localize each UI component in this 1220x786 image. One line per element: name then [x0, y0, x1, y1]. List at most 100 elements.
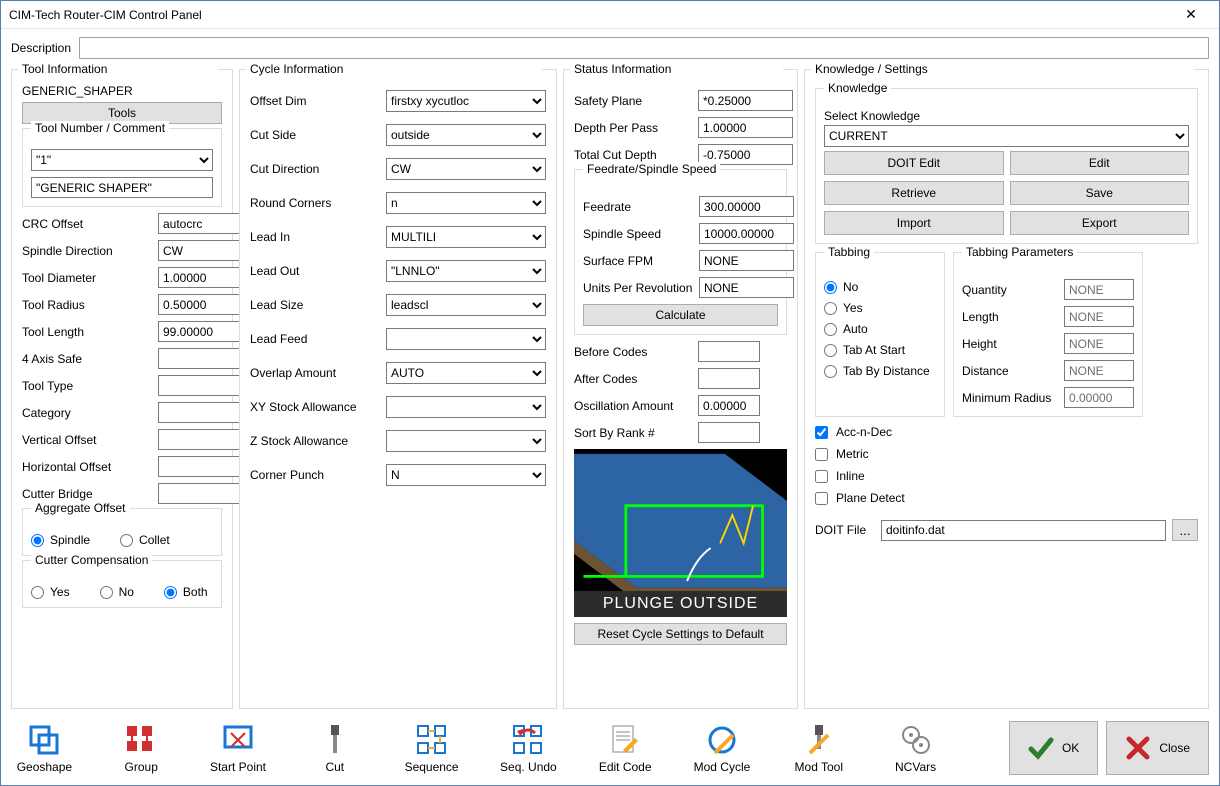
- upr-input[interactable]: [699, 277, 794, 298]
- tool-type-input[interactable]: [158, 375, 246, 396]
- browse-button[interactable]: ...: [1172, 519, 1198, 541]
- lead-feed-select[interactable]: [386, 328, 546, 350]
- save-button[interactable]: Save: [1010, 181, 1190, 205]
- tab-start-radio[interactable]: Tab At Start: [824, 343, 936, 357]
- spindle-input[interactable]: [699, 223, 794, 244]
- tab-dist-radio[interactable]: Tab By Distance: [824, 364, 936, 378]
- voff-input[interactable]: [158, 429, 246, 450]
- close-button[interactable]: Close: [1106, 721, 1209, 775]
- axis-safe-input[interactable]: [158, 348, 246, 369]
- start-point-tile[interactable]: Start Point: [205, 722, 272, 774]
- tool-info-panel: Tool Information GENERIC_SHAPER Tools To…: [11, 69, 233, 709]
- group-tile[interactable]: Group: [108, 722, 175, 774]
- lead-in-select[interactable]: MULTILI: [386, 226, 546, 248]
- tab-auto-radio[interactable]: Auto: [824, 322, 936, 336]
- tool-rad-label: Tool Radius: [22, 298, 152, 312]
- corner-punch-select[interactable]: N: [386, 464, 546, 486]
- agg-spindle-radio[interactable]: Spindle: [31, 533, 90, 547]
- crc-offset-input[interactable]: [158, 213, 246, 234]
- xy-stock-select[interactable]: [386, 396, 546, 418]
- inline-label: Inline: [836, 469, 865, 483]
- knowledge-sub-legend: Knowledge: [824, 81, 891, 95]
- description-input[interactable]: [79, 37, 1209, 59]
- select-knowledge[interactable]: CURRENT: [824, 125, 1189, 147]
- mod-tool-label: Mod Tool: [795, 760, 843, 774]
- offset-dim-select[interactable]: firstxy xycutloc: [386, 90, 546, 112]
- cut-side-label: Cut Side: [250, 128, 380, 142]
- reset-cycle-button[interactable]: Reset Cycle Settings to Default: [574, 623, 787, 645]
- mod-tool-tile[interactable]: Mod Tool: [785, 722, 852, 774]
- tool-len-input[interactable]: [158, 321, 246, 342]
- cutter-comp-group: Cutter Compensation Yes No Both: [22, 560, 222, 608]
- overlap-select[interactable]: AUTO: [386, 362, 546, 384]
- calculate-button[interactable]: Calculate: [583, 304, 778, 326]
- feedrate-group: Feedrate/Spindle Speed Feedrate Spindle …: [574, 169, 787, 335]
- category-input[interactable]: [158, 402, 246, 423]
- sort-input[interactable]: [698, 422, 760, 443]
- after-input[interactable]: [698, 368, 760, 389]
- depth-input[interactable]: [698, 117, 793, 138]
- mod-cycle-tile[interactable]: Mod Cycle: [689, 722, 756, 774]
- export-button[interactable]: Export: [1010, 211, 1190, 235]
- cut-dir-select[interactable]: CW: [386, 158, 546, 180]
- round-label: Round Corners: [250, 196, 380, 210]
- cut-side-select[interactable]: outside: [386, 124, 546, 146]
- tool-rad-input[interactable]: [158, 294, 246, 315]
- qty-label: Quantity: [962, 283, 1058, 297]
- import-button[interactable]: Import: [824, 211, 1004, 235]
- height-input: [1064, 333, 1134, 354]
- tool-dia-input[interactable]: [158, 267, 246, 288]
- hoff-input[interactable]: [158, 456, 246, 477]
- geoshape-tile[interactable]: Geoshape: [11, 722, 78, 774]
- tool-len-label: Tool Length: [22, 325, 152, 339]
- agg-collet-radio[interactable]: Collet: [120, 533, 170, 547]
- edit-button[interactable]: Edit: [1010, 151, 1190, 175]
- tool-number-select[interactable]: "1": [31, 149, 213, 171]
- z-stock-select[interactable]: [386, 430, 546, 452]
- tab-no-radio[interactable]: No: [824, 280, 936, 294]
- ncvars-label: NCVars: [895, 760, 936, 774]
- seq-undo-label: Seq. Undo: [500, 760, 557, 774]
- main-area: Tool Information GENERIC_SHAPER Tools To…: [1, 63, 1219, 711]
- ok-button[interactable]: OK: [1009, 721, 1098, 775]
- cc-both-radio[interactable]: Both: [164, 585, 208, 599]
- surface-input[interactable]: [699, 250, 794, 271]
- cutter-bridge-input[interactable]: [158, 483, 246, 504]
- start-point-icon: [220, 722, 256, 758]
- plane-checkbox[interactable]: [815, 492, 828, 505]
- lead-size-select[interactable]: leadscl: [386, 294, 546, 316]
- crc-offset-label: CRC Offset: [22, 217, 152, 231]
- check-icon: [1028, 735, 1054, 761]
- mod-cycle-label: Mod Cycle: [694, 760, 751, 774]
- tool-comment-input[interactable]: [31, 177, 213, 198]
- metric-checkbox[interactable]: [815, 448, 828, 461]
- after-label: After Codes: [574, 372, 692, 386]
- ncvars-tile[interactable]: NCVars: [882, 722, 949, 774]
- retrieve-button[interactable]: Retrieve: [824, 181, 1004, 205]
- len-label: Length: [962, 310, 1058, 324]
- tabbing-group: Tabbing No Yes Auto Tab At Start Tab By …: [815, 252, 945, 417]
- inline-checkbox[interactable]: [815, 470, 828, 483]
- doitfile-input[interactable]: [881, 520, 1166, 541]
- cc-no-radio[interactable]: No: [100, 585, 134, 599]
- cc-yes-radio[interactable]: Yes: [31, 585, 70, 599]
- tparam-legend: Tabbing Parameters: [962, 245, 1077, 259]
- round-select[interactable]: n: [386, 192, 546, 214]
- cut-label: Cut: [325, 760, 344, 774]
- acc-checkbox[interactable]: [815, 426, 828, 439]
- voff-label: Vertical Offset: [22, 433, 152, 447]
- seq-undo-tile[interactable]: Seq. Undo: [495, 722, 562, 774]
- cut-tile[interactable]: Cut: [301, 722, 368, 774]
- before-input[interactable]: [698, 341, 760, 362]
- feedrate-input[interactable]: [699, 196, 794, 217]
- safety-input[interactable]: [698, 90, 793, 111]
- spindle-dir-input[interactable]: [158, 240, 246, 261]
- tab-yes-radio[interactable]: Yes: [824, 301, 936, 315]
- doit-edit-button[interactable]: DOIT Edit: [824, 151, 1004, 175]
- edit-code-tile[interactable]: Edit Code: [592, 722, 659, 774]
- plunge-label: PLUNGE OUTSIDE: [574, 591, 787, 617]
- sequence-tile[interactable]: Sequence: [398, 722, 465, 774]
- close-icon[interactable]: ✕: [1171, 6, 1211, 23]
- osc-input[interactable]: [698, 395, 760, 416]
- lead-out-select[interactable]: "LNNLO": [386, 260, 546, 282]
